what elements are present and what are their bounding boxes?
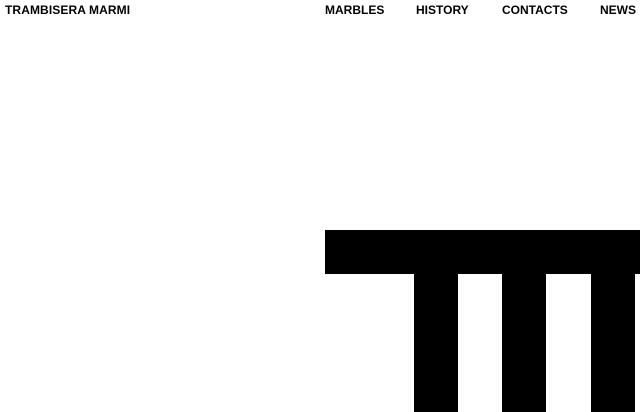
site-header: TRAMBISERA MARMI MARBLES HISTORY CONTACT… — [0, 0, 640, 22]
nav-contacts[interactable]: CONTACTS — [502, 2, 568, 18]
nav-history[interactable]: HISTORY — [416, 2, 469, 18]
nav-news[interactable]: NEWS — [600, 2, 636, 18]
brand-logo-link[interactable]: TRAMBISERA MARMI — [5, 2, 130, 18]
logo-pillar-3 — [591, 274, 635, 412]
logo-pillar-2 — [502, 274, 546, 412]
trambisera-logo-mark-icon — [325, 230, 640, 412]
logo-pillar-1 — [414, 274, 458, 412]
logo-top-bar — [325, 230, 640, 274]
nav-marbles[interactable]: MARBLES — [325, 2, 384, 18]
